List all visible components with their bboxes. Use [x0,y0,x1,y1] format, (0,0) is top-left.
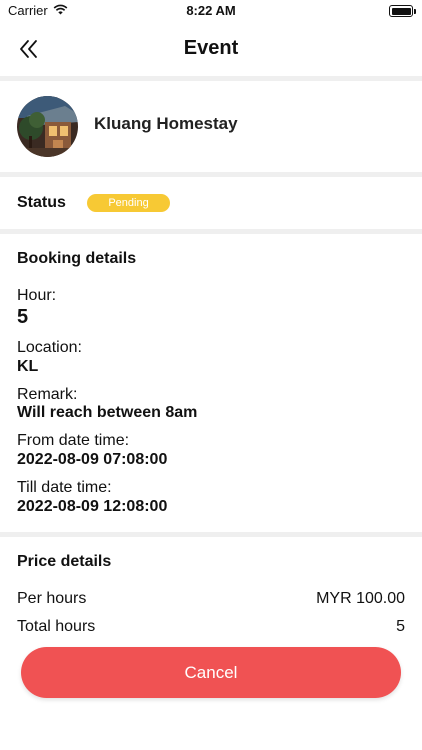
clock: 8:22 AM [186,3,236,18]
remark-value: Will reach between 8am [17,404,198,421]
status-bar: Carrier 8:22 AM [0,0,422,22]
cancel-button[interactable]: Cancel [21,647,401,698]
status-label: Status [17,194,66,211]
location-value: KL [17,358,39,375]
per-hours-value: MYR 100.00 [316,590,405,607]
booking-details-title: Booking details [17,250,137,267]
till-date-time-label: Till date time: [17,479,112,496]
profile-name: Kluang Homestay [94,114,238,133]
divider [0,76,422,81]
hour-value: 5 [17,306,29,328]
from-date-time-value: 2022-08-09 07:08:00 [17,451,168,468]
from-date-time-label: From date time: [17,432,130,449]
divider [0,229,422,234]
total-hours-value: 5 [396,618,405,635]
status-badge: Pending [87,194,170,212]
profile-header: Kluang Homestay [0,82,422,172]
divider [0,172,422,177]
till-date-time-value: 2022-08-09 12:08:00 [17,498,168,515]
location-label: Location: [17,339,82,356]
status-row: Status Pending [0,178,422,228]
per-hours-row: Per hours MYR 100.00 [17,590,405,608]
remark-label: Remark: [17,386,78,403]
per-hours-label: Per hours [17,590,87,607]
page-title: Event [183,37,239,59]
total-hours-label: Total hours [17,618,96,635]
nav-bar: Event [0,22,422,76]
divider [0,532,422,537]
avatar [17,96,78,157]
total-hours-row: Total hours 5 [17,618,405,636]
hour-label: Hour: [17,287,57,304]
battery-icon [389,5,416,17]
price-details-title: Price details [17,553,112,570]
